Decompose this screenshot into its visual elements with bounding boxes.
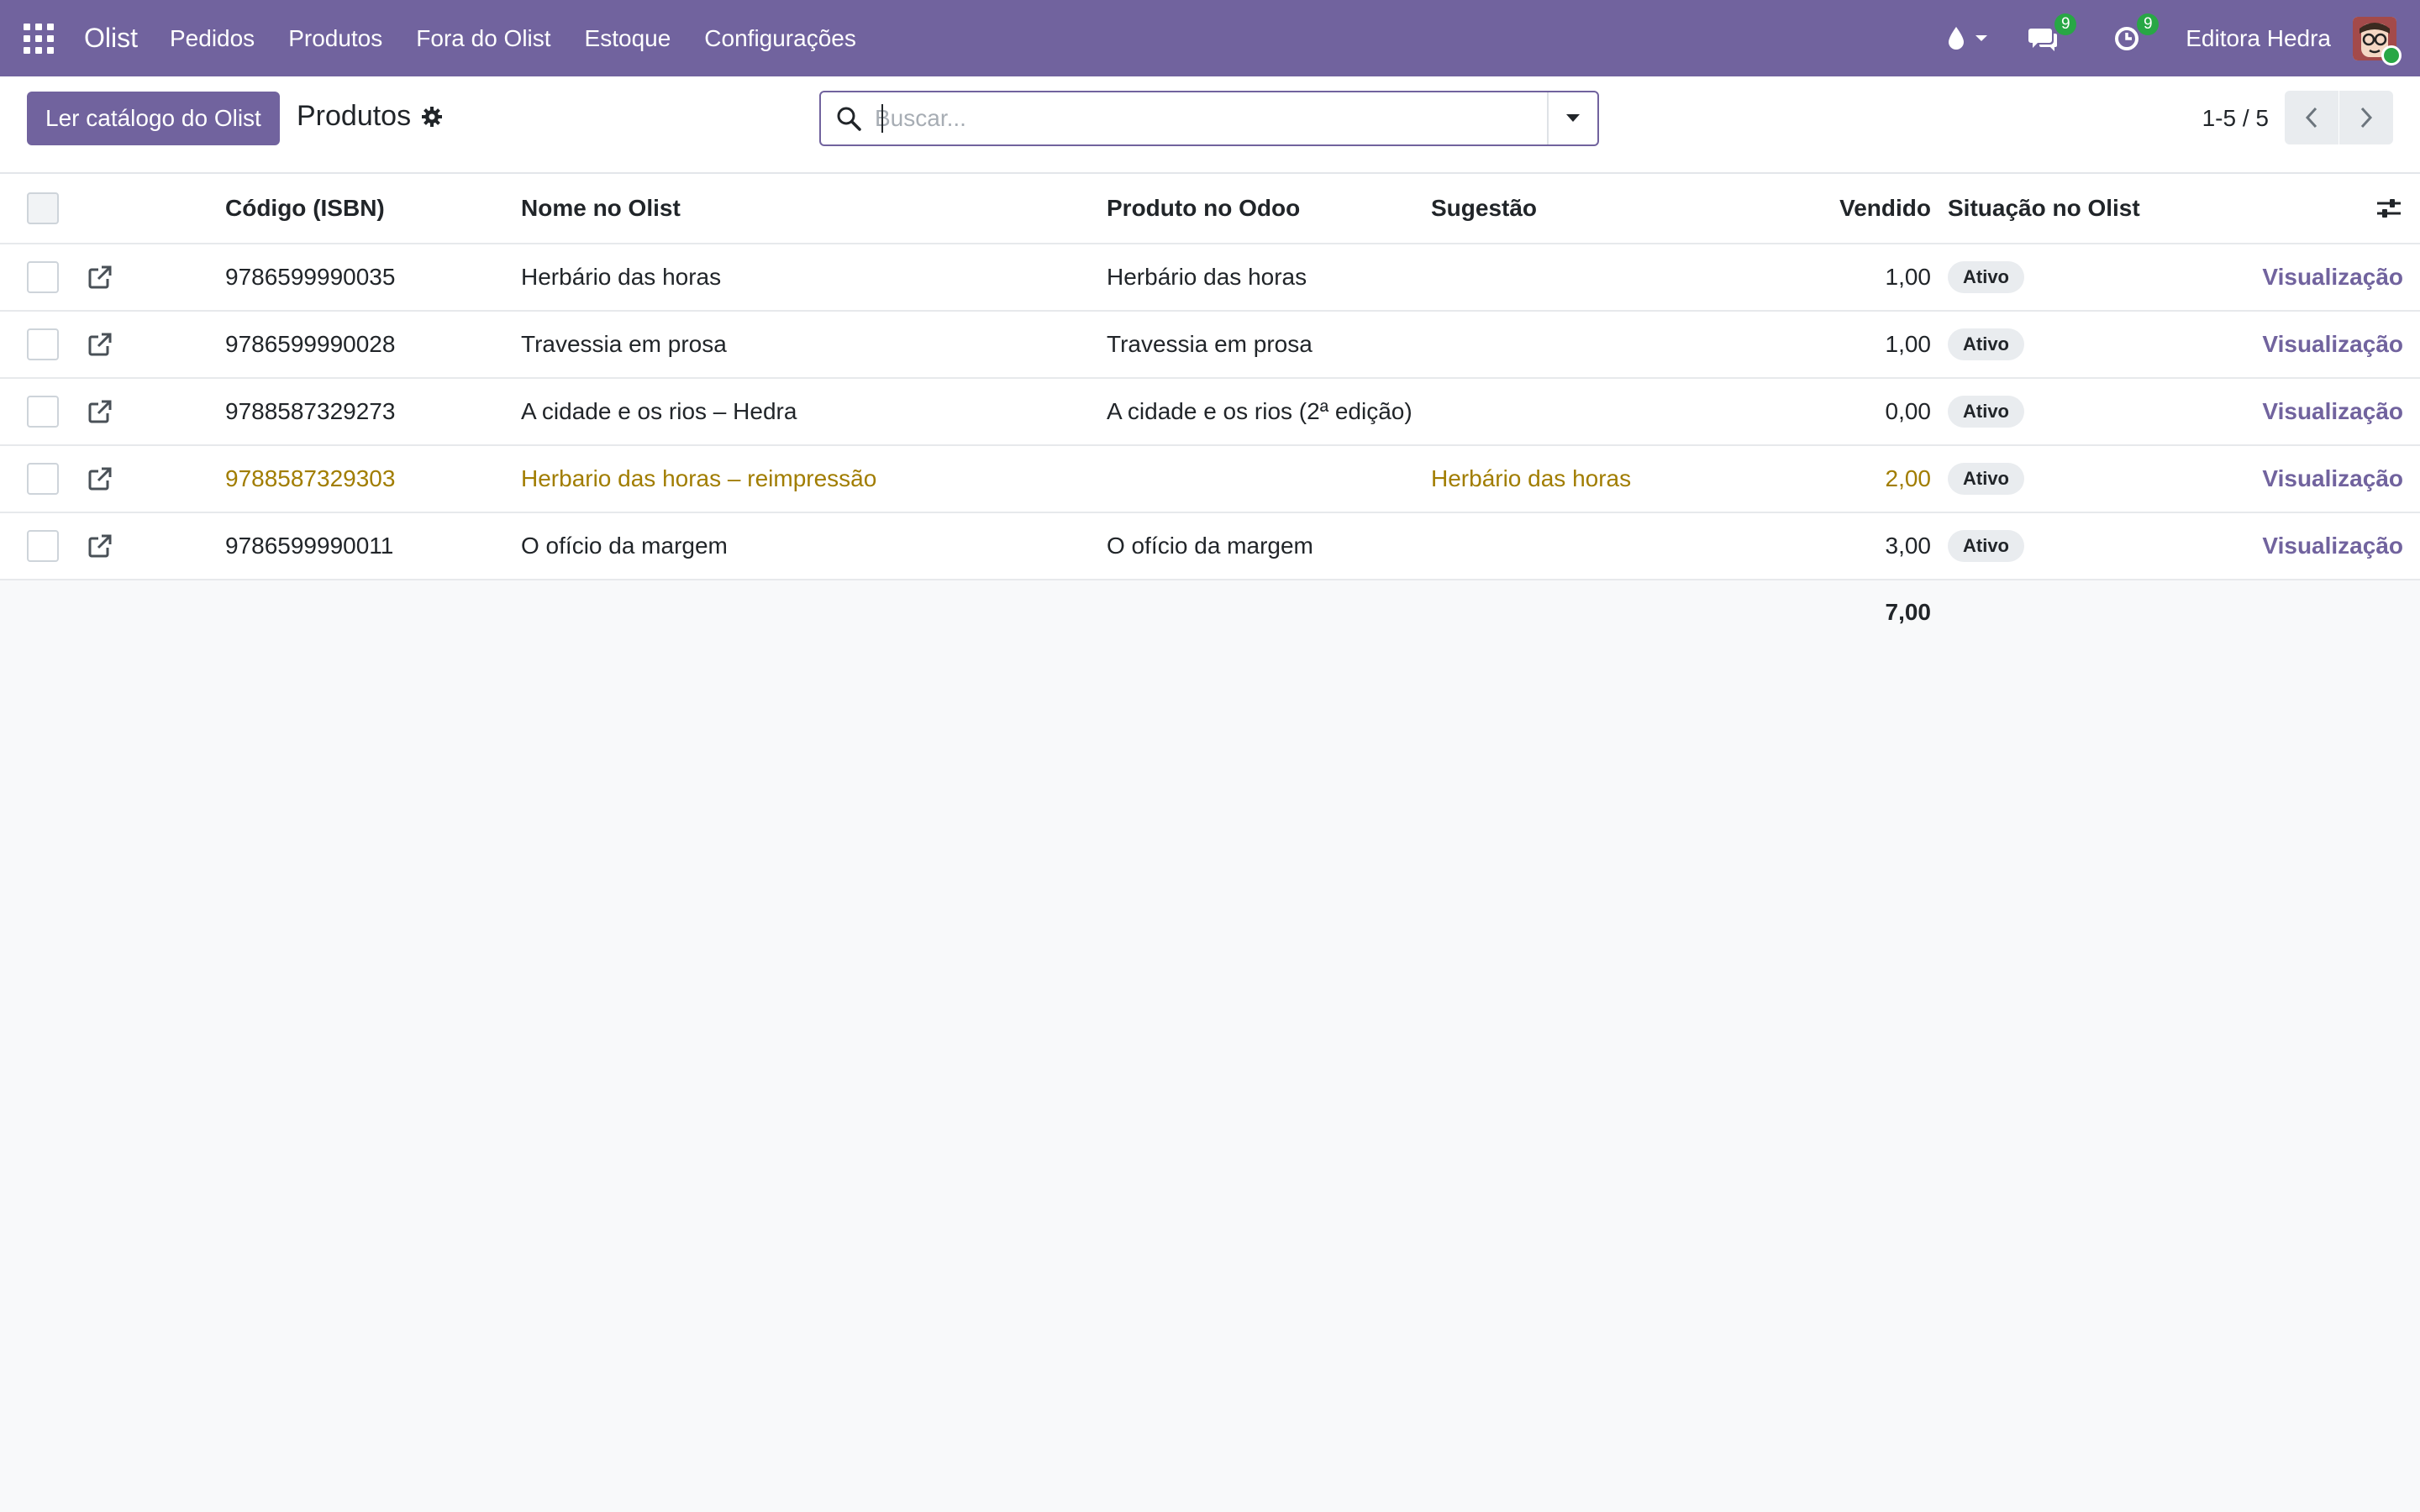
cell-name: Herbário das horas <box>521 264 722 290</box>
cell-name: Herbario das horas – reimpressão <box>521 465 877 491</box>
clock-icon <box>2115 26 2139 50</box>
control-panel: Ler catálogo do Olist Produtos 1-5 / 5 <box>0 76 2420 174</box>
cell-product: Travessia em prosa <box>1107 331 1313 357</box>
row-checkbox[interactable] <box>27 530 59 562</box>
external-link-icon[interactable] <box>87 312 113 377</box>
select-all-checkbox[interactable] <box>27 192 59 224</box>
column-header-name[interactable]: Nome no Olist <box>521 174 681 243</box>
column-header-sold[interactable]: Vendido <box>1839 174 1931 243</box>
external-link-icon[interactable] <box>87 244 113 310</box>
row-checkbox[interactable] <box>27 328 59 360</box>
pager-value[interactable]: 1-5 / 5 <box>2202 105 2269 132</box>
messages-button[interactable]: 9 <box>2028 13 2077 52</box>
app-brand[interactable]: Olist <box>84 23 138 54</box>
table-header: Código (ISBN) Nome no Olist Produto no O… <box>0 174 2420 244</box>
menu-produtos[interactable]: Produtos <box>271 25 399 52</box>
status-cell: Ativo <box>1948 513 2024 579</box>
menu-estoque[interactable]: Estoque <box>568 25 688 52</box>
user-avatar[interactable] <box>2353 16 2402 66</box>
external-link-icon[interactable] <box>87 379 113 444</box>
table-row[interactable]: 9786599990035 Herbário das horas Herbári… <box>0 244 2420 312</box>
page-title: Produtos <box>297 100 412 132</box>
column-header-suggestion[interactable]: Sugestão <box>1431 174 1537 243</box>
cell-sold: 1,00 <box>1885 264 1932 290</box>
view-link[interactable]: Visualização <box>2262 379 2403 444</box>
pager-previous-button[interactable] <box>2285 91 2338 144</box>
status-badge: Ativo <box>1948 530 2024 562</box>
optional-columns-icon[interactable] <box>2376 174 2402 243</box>
text-cursor <box>881 104 883 133</box>
table-footer: 7,00 <box>0 580 2420 644</box>
status-badge: Ativo <box>1948 463 2024 495</box>
status-cell: Ativo <box>1948 244 2024 310</box>
status-cell: Ativo <box>1948 446 2024 512</box>
view-link[interactable]: Visualização <box>2262 312 2403 377</box>
status-badge: Ativo <box>1948 261 2024 293</box>
total-sold: 7,00 <box>1885 599 1932 625</box>
row-checkbox[interactable] <box>27 396 59 428</box>
status-cell: Ativo <box>1948 379 2024 444</box>
online-status-dot <box>2381 45 2402 66</box>
read-catalog-button[interactable]: Ler catálogo do Olist <box>27 92 280 145</box>
caret-down-icon <box>1975 34 1988 41</box>
cell-product: Herbário das horas <box>1107 264 1307 290</box>
chevron-left-icon <box>2305 107 2317 129</box>
cell-sold: 1,00 <box>1885 331 1932 357</box>
cell-code: 9786599990035 <box>225 264 396 290</box>
search-options-toggle[interactable] <box>1547 92 1597 144</box>
view-link[interactable]: Visualização <box>2262 446 2403 512</box>
table-row[interactable]: 9788587329273 A cidade e os rios – Hedra… <box>0 379 2420 446</box>
column-header-product[interactable]: Produto no Odoo <box>1107 174 1300 243</box>
table-row[interactable]: 9788587329303 Herbario das horas – reimp… <box>0 446 2420 513</box>
chat-icon <box>2028 28 2058 51</box>
status-badge: Ativo <box>1948 328 2024 360</box>
chevron-right-icon <box>2360 107 2373 129</box>
row-checkbox[interactable] <box>27 463 59 495</box>
company-switcher[interactable]: Editora Hedra <box>2186 25 2331 52</box>
pager-next-button[interactable] <box>2339 91 2393 144</box>
cell-sold: 0,00 <box>1885 398 1932 424</box>
droplet-icon <box>1949 26 1965 50</box>
debug-dropdown[interactable] <box>1947 26 1989 51</box>
menu-fora-do-olist[interactable]: Fora do Olist <box>399 25 567 52</box>
activities-button[interactable]: 9 <box>2113 13 2160 52</box>
cell-name: A cidade e os rios – Hedra <box>521 398 797 424</box>
cell-code: 9786599990028 <box>225 331 396 357</box>
status-cell: Ativo <box>1948 312 2024 377</box>
gear-icon[interactable] <box>421 106 443 128</box>
external-link-icon[interactable] <box>87 513 113 579</box>
column-header-code[interactable]: Código (ISBN) <box>225 174 385 243</box>
messages-count-badge: 9 <box>2054 13 2077 35</box>
navbar-systray: 9 9 Editora Hedra <box>1930 0 2420 76</box>
menu-configuracoes[interactable]: Configurações <box>687 25 873 52</box>
cell-code: 9788587329303 <box>225 465 396 491</box>
search-icon <box>836 106 861 131</box>
cell-code: 9788587329273 <box>225 398 396 424</box>
activities-count-badge: 9 <box>2137 13 2160 35</box>
view-link[interactable]: Visualização <box>2262 513 2403 579</box>
breadcrumb: Produtos <box>297 100 443 133</box>
cell-name: Travessia em prosa <box>521 331 727 357</box>
menu-pedidos[interactable]: Pedidos <box>153 25 271 52</box>
search-input[interactable] <box>873 104 1547 133</box>
cell-suggestion: Herbário das horas <box>1431 465 1632 491</box>
caret-down-icon <box>1566 114 1580 122</box>
search-bar <box>819 91 1599 146</box>
status-badge: Ativo <box>1948 396 2024 428</box>
products-list: Código (ISBN) Nome no Olist Produto no O… <box>0 174 2420 644</box>
table-row[interactable]: 9786599990028 Travessia em prosa Travess… <box>0 312 2420 379</box>
external-link-icon[interactable] <box>87 446 113 512</box>
row-checkbox[interactable] <box>27 261 59 293</box>
table-row[interactable]: 9786599990011 O ofício da margem O ofíci… <box>0 513 2420 580</box>
top-navbar: Olist Pedidos Produtos Fora do Olist Est… <box>0 0 2420 76</box>
cell-product: A cidade e os rios (2ª edição) <box>1107 398 1413 424</box>
cell-product: O ofício da margem <box>1107 533 1313 559</box>
app-grid-icon[interactable] <box>24 23 54 54</box>
cell-code: 9786599990011 <box>225 533 394 559</box>
view-link[interactable]: Visualização <box>2262 244 2403 310</box>
cell-sold: 3,00 <box>1885 533 1932 559</box>
cell-name: O ofício da margem <box>521 533 728 559</box>
column-header-status[interactable]: Situação no Olist <box>1948 174 2140 243</box>
cell-sold: 2,00 <box>1885 465 1932 491</box>
